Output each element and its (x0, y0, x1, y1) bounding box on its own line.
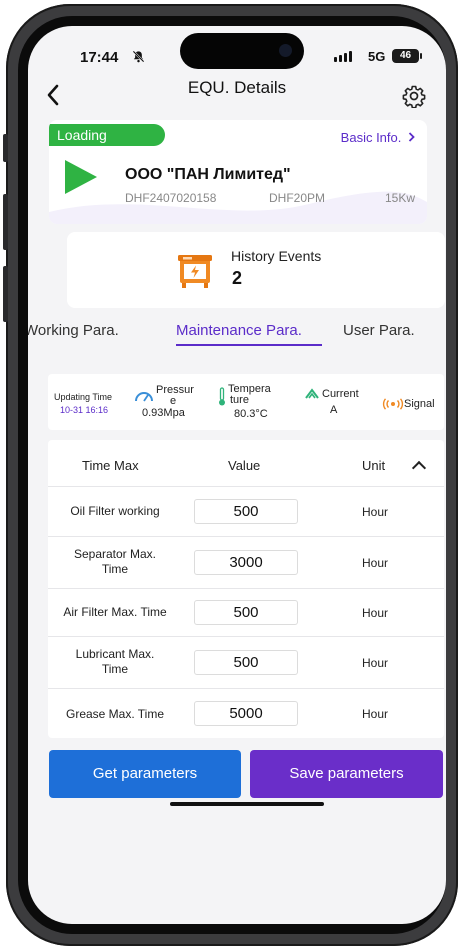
page-title: EQU. Details (187, 78, 287, 97)
table-row: Separator Max. Time 3000 Hour (48, 536, 444, 588)
param-name: Air Filter Max. Time (63, 605, 167, 619)
param-name: Grease Max. Time (65, 707, 165, 721)
tab-working-para[interactable]: Working Para. (28, 322, 119, 339)
device-power: 15Kw (385, 191, 416, 205)
column-header-time-max: Time Max (82, 458, 139, 473)
network-type: 5G (368, 49, 386, 64)
sensor-readings: Updating Time 10-31 16:16 Pressur e 0.93… (48, 374, 444, 430)
updating-time-value: 10-31 16:16 (60, 405, 109, 415)
device-card: Loading Basic Info. ООО "ПАН Лимитед" DH… (49, 120, 427, 224)
active-tab-indicator (176, 344, 322, 346)
basic-info-label: Basic Info. (340, 130, 402, 145)
pressure-label-line2: e (170, 395, 177, 407)
thermometer-icon (219, 387, 225, 406)
basic-info-link[interactable]: Basic Info. (341, 130, 415, 145)
table-row: Air Filter Max. Time 500 Hour (48, 588, 444, 636)
home-indicator (170, 802, 324, 806)
current-icon (305, 388, 319, 399)
collapse-chevron-icon[interactable] (411, 460, 427, 476)
settings-button[interactable] (402, 84, 426, 109)
volume-up-button (3, 194, 8, 250)
updating-time-label: Updating Time (54, 392, 113, 402)
param-unit: Hour (362, 606, 389, 620)
param-name-line1: Separator Max. (73, 547, 157, 561)
param-unit: Hour (362, 707, 389, 721)
save-parameters-button[interactable]: Save parameters (250, 750, 443, 798)
table-row: Lubricant Max. Time 500 Hour (48, 636, 444, 688)
param-name-line2: Time (101, 662, 129, 676)
mute-switch (3, 134, 8, 162)
temperature-value: 80.3°C (234, 408, 268, 420)
get-parameters-button[interactable]: Get parameters (49, 750, 241, 798)
parameter-tabs: Working Para. Maintenance Para. User Par… (28, 322, 446, 354)
column-header-unit: Unit (362, 458, 386, 473)
device-model: DHF20PM (269, 191, 326, 205)
param-value-input[interactable]: 5000 (194, 701, 298, 726)
param-unit: Hour (362, 556, 389, 570)
history-events-card[interactable]: History Events 2 (67, 232, 445, 308)
maintenance-params-table: Time Max Value Unit Oil Filter working 5… (48, 440, 444, 738)
signal-icon (382, 398, 404, 410)
param-value-input[interactable]: 500 (194, 650, 298, 675)
temperature-label-line2: ture (230, 394, 249, 406)
signal-label: Signal (404, 398, 435, 410)
param-name-line1: Lubricant Max. (75, 647, 155, 661)
param-unit: Hour (362, 505, 389, 519)
param-name: Oil Filter working (70, 504, 160, 518)
param-value-input[interactable]: 500 (194, 600, 298, 625)
nav-bar: EQU. Details (28, 78, 446, 122)
battery-icon: 46 (392, 49, 422, 63)
param-value-input[interactable]: 500 (194, 499, 298, 524)
current-label: Current (322, 388, 359, 400)
param-name: Separator Max. Time (48, 547, 182, 577)
status-bar: 17:44 5G 46 (28, 26, 446, 78)
pressure-gauge-icon (135, 392, 153, 402)
volume-down-button (3, 266, 8, 322)
status-badge: Loading (49, 124, 165, 146)
dynamic-island (180, 33, 304, 69)
company-name: ООО "ПАН Лимитед" (125, 166, 291, 183)
table-row: Grease Max. Time 5000 Hour (48, 688, 444, 738)
history-events-count: 2 (232, 268, 243, 288)
param-unit: Hour (362, 656, 389, 670)
muted-bell-icon (132, 50, 145, 66)
tab-user-para[interactable]: User Para. (343, 322, 415, 339)
param-name: Lubricant Max. Time (48, 647, 182, 677)
clock: 17:44 (80, 49, 119, 66)
table-row: Oil Filter working 500 Hour (48, 486, 444, 536)
card-wave-decoration (49, 191, 427, 224)
chevron-right-icon (408, 132, 415, 142)
app-screen: 17:44 5G 46 EQU. Details Loading Basic I… (28, 26, 446, 924)
pressure-value: 0.93Mpa (142, 407, 185, 419)
camera-icon (279, 44, 292, 57)
controller-box-icon (178, 255, 212, 288)
running-play-icon (65, 160, 97, 194)
column-header-value: Value (228, 458, 261, 473)
param-value-input[interactable]: 3000 (194, 550, 298, 575)
cellular-signal-icon (334, 51, 352, 62)
param-name-line2: Time (101, 562, 129, 576)
current-value: A (330, 404, 338, 416)
gear-icon (402, 85, 426, 109)
device-serial: DHF2407020158 (125, 191, 217, 205)
history-events-label: History Events (231, 248, 322, 264)
tab-maintenance-para[interactable]: Maintenance Para. (176, 322, 302, 339)
